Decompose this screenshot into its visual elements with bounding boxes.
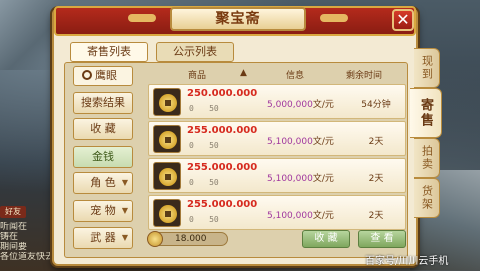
close-button[interactable]: ✕ xyxy=(392,9,414,31)
view-button[interactable]: 查 看 xyxy=(358,230,406,248)
chevron-down-icon: ▼ xyxy=(121,206,128,215)
table-row[interactable]: 255.000.000 0 50 5,100,000文/元 2天 xyxy=(148,121,406,156)
item-price: 255.000.000 xyxy=(187,199,258,210)
item-slot xyxy=(153,88,181,116)
item-rate: 5,100,000文/元 xyxy=(267,211,334,221)
header-item[interactable]: 商品 xyxy=(188,68,206,81)
chevron-down-icon: ▼ xyxy=(121,178,128,187)
category-favorites[interactable]: 收 藏 xyxy=(73,118,133,140)
category-weapon[interactable]: 武 器 ▼ xyxy=(73,227,133,249)
tab-auction[interactable]: 拍卖 xyxy=(414,138,440,178)
item-slot xyxy=(153,125,181,153)
watermark: 百家号/川川云手机 xyxy=(365,256,449,267)
header-info: 信息 xyxy=(286,71,305,81)
item-stats: 0 50 xyxy=(189,141,219,150)
item-stats: 0 50 xyxy=(189,104,219,113)
item-rate: 5,100,000文/元 xyxy=(267,137,334,147)
item-price: 255.000.000 xyxy=(187,125,258,136)
category-label: 宠 物 xyxy=(90,204,116,217)
item-rate: 5,100,000文/元 xyxy=(267,174,334,184)
category-pet[interactable]: 宠 物 ▼ xyxy=(73,200,133,222)
friends-badge[interactable]: 好友 xyxy=(0,206,26,218)
item-remaining-time: 2天 xyxy=(368,174,384,184)
table-row[interactable]: 255.000.000 0 50 5,100,000文/元 2天 xyxy=(148,195,406,230)
category-label: 武 器 xyxy=(90,231,116,244)
coin-icon xyxy=(159,168,177,186)
sort-icon[interactable]: ▲ xyxy=(240,68,247,78)
item-stats: 0 50 xyxy=(189,215,219,224)
item-rate: 5,000,000文/元 xyxy=(267,100,334,110)
coin-icon xyxy=(159,205,177,223)
category-label: 角 色 xyxy=(90,176,116,189)
window-title: 聚宝斋 xyxy=(170,7,306,31)
item-stats: 0 50 xyxy=(189,178,219,187)
tab-public-list[interactable]: 公示列表 xyxy=(156,42,234,62)
search-button[interactable]: 鹰眼 xyxy=(73,66,133,86)
item-price: 250.000.000 xyxy=(187,88,258,99)
tab-side-1[interactable]: 现到 xyxy=(414,48,440,88)
money-balance: 18.000 xyxy=(147,231,228,247)
search-icon xyxy=(82,70,92,80)
coin-icon xyxy=(159,131,177,149)
item-slot xyxy=(153,162,181,190)
coin-icon xyxy=(159,94,177,112)
title-ornament xyxy=(320,14,348,22)
search-label: 鹰眼 xyxy=(95,69,117,82)
tab-shelf[interactable]: 货架 xyxy=(414,178,440,218)
table-row[interactable]: 255.000.000 0 50 5,100,000文/元 2天 xyxy=(148,158,406,193)
category-search-results[interactable]: 搜索结果 xyxy=(73,92,133,114)
background-roof xyxy=(0,0,60,70)
table-header: 商品 ▲ 信息 剩余时间 xyxy=(148,68,406,82)
category-money[interactable]: 金钱 xyxy=(73,146,133,168)
chevron-down-icon: ▼ xyxy=(121,233,128,242)
item-remaining-time: 2天 xyxy=(368,137,384,147)
coin-icon xyxy=(147,231,163,247)
item-price: 255.000.000 xyxy=(187,162,258,173)
item-slot xyxy=(153,199,181,227)
item-remaining-time: 2天 xyxy=(368,211,384,221)
favorite-button[interactable]: 收 藏 xyxy=(302,230,350,248)
money-value: 18.000 xyxy=(175,234,207,244)
tab-consignment-list[interactable]: 寄售列表 xyxy=(70,42,148,62)
tab-consignment[interactable]: 寄售 xyxy=(410,88,442,138)
table-row[interactable]: 250.000.000 0 50 5,000,000文/元 54分钟 xyxy=(148,84,406,119)
category-character[interactable]: 角 色 ▼ xyxy=(73,172,133,194)
item-remaining-time: 54分钟 xyxy=(361,100,391,110)
title-ornament xyxy=(128,14,156,22)
header-remain: 剩余时间 xyxy=(346,71,383,81)
